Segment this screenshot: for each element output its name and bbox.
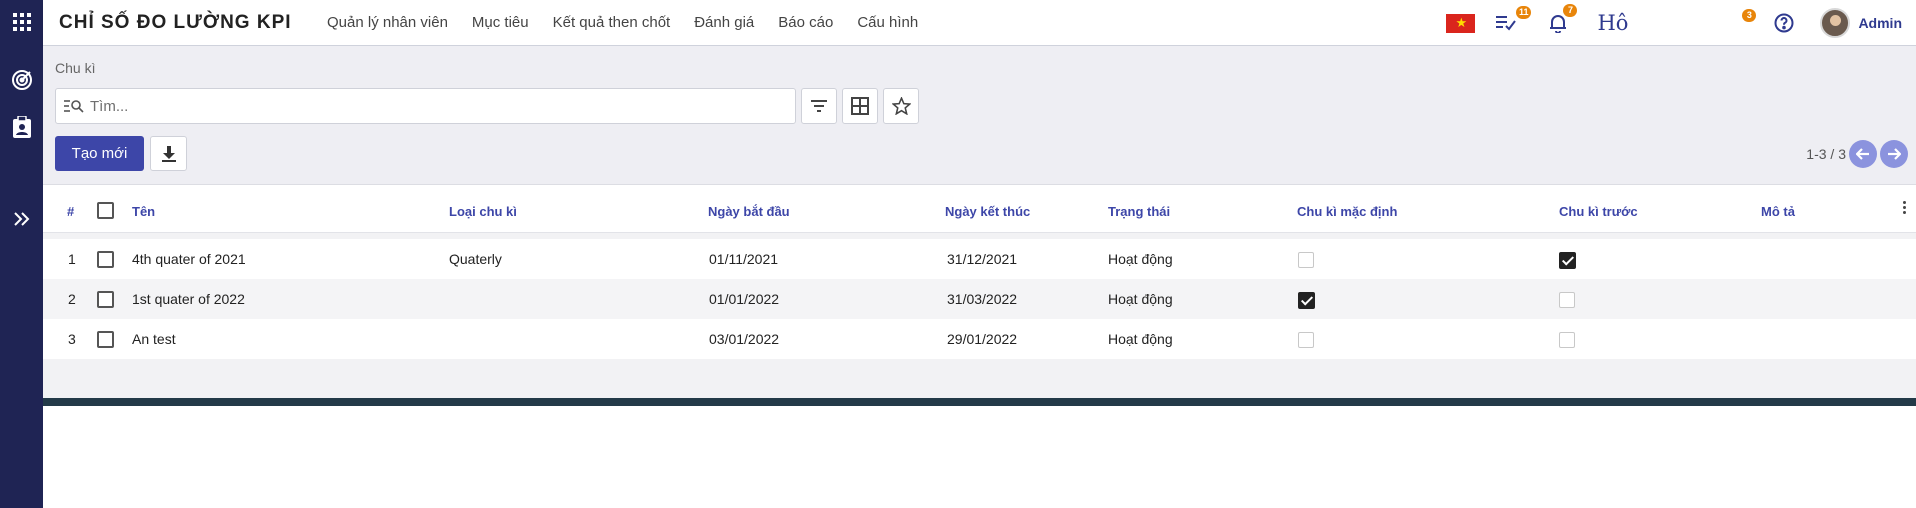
topbar-right: ★ 11 7 Hô 3 Admin: [1446, 0, 1916, 46]
top-navbar: CHỈ SỐ ĐO LƯỜNG KPI Quản lý nhân viên Mụ…: [43, 0, 1916, 46]
clipboard-user-icon[interactable]: [0, 107, 43, 147]
row-index: 1: [68, 251, 76, 267]
apps-grid-icon[interactable]: [0, 2, 43, 42]
default-cycle-checkbox: [1298, 332, 1314, 348]
row-status[interactable]: Hoạt động: [1108, 291, 1173, 307]
search-icon: [64, 99, 84, 113]
menu-objectives[interactable]: Mục tiêu: [472, 14, 529, 31]
user-name[interactable]: Admin: [1858, 15, 1902, 31]
tasks-badge: 11: [1515, 6, 1532, 19]
column-options-icon[interactable]: [1903, 201, 1906, 214]
star-icon: [891, 97, 911, 115]
col-previous-cycle[interactable]: Chu kì trước: [1559, 204, 1638, 219]
filter-button[interactable]: [801, 88, 837, 124]
filter-icon: [811, 100, 827, 112]
menu-key-results[interactable]: Kết quả then chốt: [553, 14, 671, 31]
breadcrumb: Chu kì: [55, 60, 96, 76]
default-cycle-checkbox: [1298, 292, 1315, 309]
table-row[interactable]: 2 1st quater of 2022 01/01/2022 31/03/20…: [43, 279, 1916, 319]
col-status[interactable]: Trạng thái: [1108, 204, 1170, 219]
col-type[interactable]: Loại chu kì: [449, 204, 517, 219]
pager-next-button[interactable]: [1880, 140, 1908, 168]
row-status[interactable]: Hoạt động: [1108, 251, 1173, 267]
left-rail: [0, 0, 43, 508]
table-row[interactable]: 3 An test 03/01/2022 29/01/2022 Hoạt độn…: [43, 319, 1916, 359]
row-status[interactable]: Hoạt động: [1108, 331, 1173, 347]
favorites-button[interactable]: [883, 88, 919, 124]
default-cycle-checkbox: [1298, 252, 1314, 268]
menu-evaluation[interactable]: Đánh giá: [694, 14, 754, 31]
avatar[interactable]: [1820, 8, 1851, 38]
search-input[interactable]: [90, 97, 770, 115]
notifications-badge: 7: [1563, 4, 1578, 17]
flag-star: ★: [1455, 14, 1468, 30]
col-default-cycle[interactable]: Chu kì mặc định: [1297, 204, 1397, 219]
previous-cycle-checkbox: [1559, 292, 1575, 308]
row-select-checkbox[interactable]: [97, 291, 114, 308]
app-root: CHỈ SỐ ĐO LƯỜNG KPI Quản lý nhân viên Mụ…: [0, 0, 1916, 508]
app-title[interactable]: CHỈ SỐ ĐO LƯỜNG KPI: [59, 12, 327, 34]
bell-icon[interactable]: 7: [1549, 4, 1578, 33]
list-table: # Tên Loại chu kì Ngày bắt đầu Ngày kết …: [43, 185, 1916, 398]
pager-value[interactable]: 1-3 / 3: [1806, 146, 1846, 162]
pager-previous-button[interactable]: [1849, 140, 1877, 168]
row-name[interactable]: 1st quater of 2022: [132, 291, 245, 307]
download-button[interactable]: [150, 136, 187, 171]
table-row[interactable]: 1 4th quater of 2021 Quaterly 01/11/2021…: [43, 239, 1916, 279]
help-icon[interactable]: [1774, 13, 1794, 33]
menu-employee-management[interactable]: Quản lý nhân viên: [327, 14, 448, 31]
row-type[interactable]: Quaterly: [449, 251, 502, 267]
row-end-date[interactable]: 31/12/2021: [947, 251, 1017, 267]
extra-badge-wrapper[interactable]: 3: [1740, 9, 1757, 30]
download-icon: [161, 145, 176, 162]
row-start-date[interactable]: 01/11/2021: [709, 251, 778, 267]
footer-divider: [43, 398, 1916, 406]
arrow-right-icon: [1888, 148, 1901, 160]
group-by-button[interactable]: [842, 88, 878, 124]
previous-cycle-checkbox: [1559, 332, 1575, 348]
col-name[interactable]: Tên: [132, 204, 155, 219]
create-button[interactable]: Tạo mới: [55, 136, 144, 171]
arrow-left-icon: [1856, 148, 1869, 160]
main-menu: Quản lý nhân viên Mục tiêu Kết quả then …: [327, 14, 942, 31]
col-index: #: [67, 204, 75, 219]
row-start-date[interactable]: 01/01/2022: [709, 291, 779, 307]
col-description[interactable]: Mô tả: [1761, 204, 1795, 219]
search-bar[interactable]: [55, 88, 796, 124]
extra-badge: 3: [1742, 9, 1757, 22]
col-end-date[interactable]: Ngày kết thúc: [945, 204, 1030, 219]
tasks-icon[interactable]: 11: [1495, 6, 1532, 31]
previous-cycle-checkbox: [1559, 252, 1576, 269]
row-start-date[interactable]: 03/01/2022: [709, 331, 779, 347]
grid-icon: [851, 97, 869, 115]
vietnam-flag-icon[interactable]: ★: [1446, 13, 1476, 33]
row-end-date[interactable]: 31/03/2022: [947, 291, 1017, 307]
row-name[interactable]: An test: [132, 331, 176, 347]
menu-configuration[interactable]: Cấu hình: [857, 14, 918, 31]
row-name[interactable]: 4th quater of 2021: [132, 251, 246, 267]
target-icon[interactable]: [0, 60, 43, 100]
expand-chevrons-icon[interactable]: [0, 199, 43, 239]
control-panel: Chu kì Tạo mới 1-3 / 3: [43, 46, 1916, 185]
select-all-checkbox[interactable]: [97, 202, 114, 219]
table-header: # Tên Loại chu kì Ngày bắt đầu Ngày kết …: [43, 185, 1916, 233]
row-select-checkbox[interactable]: [97, 331, 114, 348]
row-index: 2: [68, 291, 76, 307]
row-end-date[interactable]: 29/01/2022: [947, 331, 1017, 347]
menu-reports[interactable]: Báo cáo: [778, 14, 833, 31]
ho-text: Hô: [1597, 11, 1629, 35]
col-start-date[interactable]: Ngày bắt đầu: [708, 204, 790, 219]
row-index: 3: [68, 331, 76, 347]
row-select-checkbox[interactable]: [97, 251, 114, 268]
